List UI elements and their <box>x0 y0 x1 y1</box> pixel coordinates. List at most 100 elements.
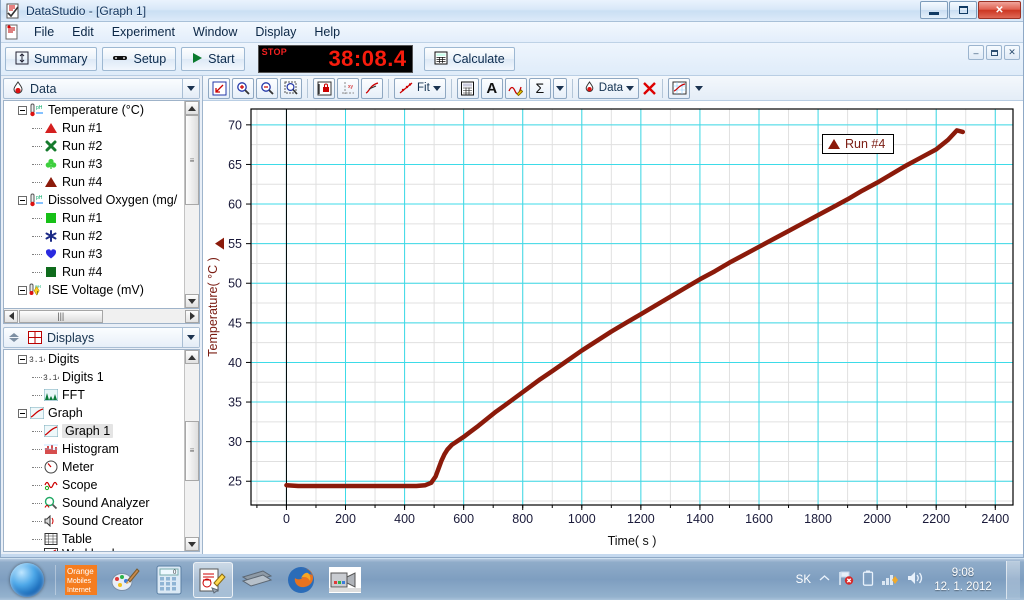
menu-item-edit[interactable]: Edit <box>63 23 103 41</box>
scroll-down-button[interactable] <box>185 294 199 308</box>
smart-tool-icon[interactable]: xy <box>337 77 359 99</box>
tree-item-do-run3[interactable]: Run #3 <box>4 245 184 263</box>
network-problem-icon[interactable] <box>838 570 854 589</box>
camera-icon[interactable] <box>325 562 365 598</box>
menu-item-help[interactable]: Help <box>305 23 349 41</box>
calculator-icon[interactable]: 0 <box>149 562 189 598</box>
note-text-icon[interactable]: A <box>480 77 503 99</box>
windows-start-orb[interactable] <box>2 561 52 599</box>
menu-item-file[interactable]: File <box>25 23 63 41</box>
zoom-out-icon[interactable] <box>256 77 278 99</box>
tree-item-do-run2[interactable]: Run #2 <box>4 227 184 245</box>
displays-tree[interactable]: 3.14 Digits 3.14 Digits 1 <box>3 349 200 552</box>
scroll-up-button[interactable] <box>185 350 199 364</box>
scroll-right-button[interactable] <box>185 309 199 323</box>
show-desktop-button[interactable] <box>1006 560 1020 599</box>
zoom-select-icon[interactable] <box>280 77 302 99</box>
menu-item-window[interactable]: Window <box>184 23 246 41</box>
document-icon[interactable] <box>3 24 21 41</box>
close-button[interactable]: ✕ <box>978 1 1021 19</box>
tree-item-temperature-run4[interactable]: Run #4 <box>4 173 184 191</box>
graph-settings-dropdown[interactable] <box>692 78 705 99</box>
data-tree-horizontal-scrollbar[interactable]: ||| <box>3 309 200 324</box>
collapse-toggle[interactable] <box>18 285 27 295</box>
minimize-button[interactable] <box>920 1 948 19</box>
displays-item-meter[interactable]: Meter <box>4 458 184 476</box>
tree-item-temperature-run2[interactable]: Run #2 <box>4 137 184 155</box>
statistics-dropdown[interactable] <box>552 77 567 99</box>
tree-item-dissolved-oxygen[interactable]: pH Dissolved Oxygen (mg/ <box>4 191 184 209</box>
chart-legend[interactable]: Run #4 <box>822 134 895 154</box>
displays-item-table[interactable]: Table <box>4 530 184 548</box>
plot-area[interactable]: 0 200 400 600 800 1000 1200 1400 1600 1800 2000 220… <box>203 101 1023 554</box>
tree-item-do-run4[interactable]: Run #4 <box>4 263 184 281</box>
paint-icon[interactable] <box>105 562 145 598</box>
calculator-icon[interactable] <box>456 77 479 99</box>
scroll-thumb[interactable]: ≡ <box>185 115 199 205</box>
tree-item-do-run1[interactable]: Run #1 <box>4 209 184 227</box>
data-menu-button[interactable]: Data <box>577 77 640 99</box>
scroll-left-button[interactable] <box>4 309 18 323</box>
battery-icon[interactable] <box>862 570 874 589</box>
tree-item-temperature-run1[interactable]: Run #1 <box>4 119 184 137</box>
start-button[interactable]: Start <box>181 47 245 71</box>
displays-item-histogram[interactable]: Histogram <box>4 440 184 458</box>
menu-item-experiment[interactable]: Experiment <box>103 23 184 41</box>
maximize-button[interactable] <box>949 1 977 19</box>
data-tree-vertical-scrollbar[interactable]: ≡ <box>184 101 199 308</box>
tree-item-ise-voltage[interactable]: pH ! ISE Voltage (mV) <box>4 281 184 299</box>
collapse-toggle[interactable] <box>18 105 27 115</box>
hscroll-thumb[interactable]: ||| <box>19 309 103 323</box>
displays-tree-vertical-scrollbar[interactable]: ≡ <box>184 350 199 551</box>
summary-button[interactable]: Summary <box>5 47 98 71</box>
calculate-button[interactable]: Calculate <box>423 47 515 71</box>
displays-item-graph[interactable]: Graph <box>4 404 184 422</box>
language-indicator[interactable]: SK <box>796 574 811 586</box>
chevron-down-icon[interactable] <box>432 85 441 91</box>
graph-settings-icon[interactable] <box>668 77 691 99</box>
scroll-thumb[interactable]: ≡ <box>185 420 199 481</box>
displays-item-workbook[interactable]: Workbook <box>4 548 184 551</box>
displays-item-digits[interactable]: 3.14 Digits <box>4 350 184 368</box>
displays-panel-dropdown[interactable] <box>182 328 199 347</box>
volume-icon[interactable] <box>907 570 924 589</box>
displays-panel-header[interactable]: Displays <box>3 327 200 348</box>
scale-to-fit-icon[interactable] <box>208 77 230 99</box>
splitter-handle[interactable] <box>7 333 21 342</box>
collapse-toggle[interactable] <box>18 408 27 418</box>
displays-item-graph-1[interactable]: Graph 1 <box>4 422 184 440</box>
displays-item-sound-creator[interactable]: Sound Creator <box>4 512 184 530</box>
mdi-restore-button[interactable] <box>986 45 1002 60</box>
orange-mobiles-internet-icon[interactable]: Orange Mobiles Internet <box>61 562 101 598</box>
firefox-icon[interactable] <box>281 562 321 598</box>
slope-tool-icon[interactable] <box>361 77 383 99</box>
collapse-toggle[interactable] <box>18 354 27 364</box>
fit-button[interactable]: Fit <box>394 77 446 99</box>
displays-item-scope[interactable]: Scope <box>4 476 184 494</box>
clock[interactable]: 9:08 12. 1. 2012 <box>932 566 994 594</box>
draw-tool-icon[interactable] <box>504 77 527 99</box>
menu-item-display[interactable]: Display <box>246 23 305 41</box>
tree-item-temperature[interactable]: pH Temperature (°C) <box>4 101 184 119</box>
statistics-icon[interactable]: Σ <box>528 77 551 99</box>
data-tree[interactable]: pH Temperature (°C) Run #1 Run #2 Run #3… <box>3 100 200 309</box>
data-panel-header[interactable]: Data <box>3 78 200 99</box>
scroll-up-button[interactable] <box>185 101 199 115</box>
chevron-down-icon[interactable] <box>626 85 635 91</box>
signal-icon[interactable] <box>882 570 899 589</box>
tree-item-temperature-run3[interactable]: Run #3 <box>4 155 184 173</box>
data-panel-dropdown[interactable] <box>182 79 199 98</box>
collapse-toggle[interactable] <box>18 195 27 205</box>
mdi-close-button[interactable]: ✕ <box>1004 45 1020 60</box>
scanner-icon[interactable] <box>237 562 277 598</box>
setup-button[interactable]: Setup <box>102 47 177 71</box>
chevron-up-icon[interactable] <box>819 574 830 586</box>
datastudio-icon[interactable] <box>193 561 233 598</box>
zoom-in-icon[interactable] <box>232 77 254 99</box>
temperature-vs-time-chart[interactable]: 0 200 400 600 800 1000 1200 1400 1600 1800 2000 220… <box>203 101 1024 553</box>
data-lock-icon[interactable] <box>313 77 335 99</box>
scroll-down-button[interactable] <box>185 537 199 551</box>
displays-item-digits-1[interactable]: 3.14 Digits 1 <box>4 368 184 386</box>
displays-item-sound-analyzer[interactable]: Sound Analyzer <box>4 494 184 512</box>
remove-icon[interactable] <box>641 78 657 99</box>
